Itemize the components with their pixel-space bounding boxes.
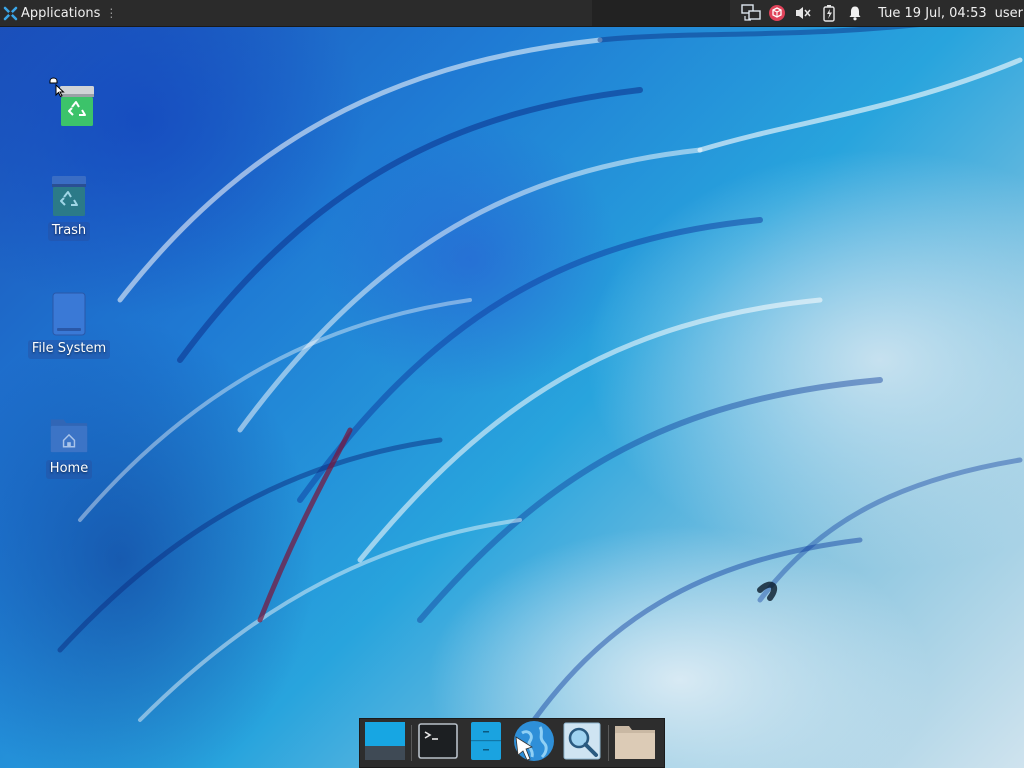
clock[interactable]: Tue 19 Jul, 04:53	[878, 6, 986, 21]
file-system-label: File System	[27, 340, 111, 359]
battery-charging-icon[interactable]	[818, 2, 840, 24]
search-icon	[562, 721, 602, 765]
mouse-cursor-icon	[46, 75, 66, 101]
desktop-icon-trash[interactable]: Trash	[24, 174, 114, 241]
desktop[interactable]: Applications ⋮ Tue 19 Jul, 04:53 user Tr…	[0, 0, 1024, 768]
file-manager-icon	[470, 721, 502, 765]
dock-web-browser[interactable]	[512, 721, 556, 765]
home-label: Home	[45, 460, 93, 479]
drive-icon	[49, 292, 89, 336]
folder-icon	[614, 722, 656, 764]
system-tray: Tue 19 Jul, 04:53 user	[738, 0, 1024, 26]
desktop-icon-file-system[interactable]: File System	[24, 292, 114, 359]
top-panel: Applications ⋮ Tue 19 Jul, 04:53 user	[0, 0, 1024, 27]
volume-muted-icon[interactable]	[792, 2, 814, 24]
dock	[359, 718, 665, 768]
dock-separator	[411, 725, 412, 761]
package-updates-icon[interactable]	[766, 2, 788, 24]
network-icon[interactable]	[740, 2, 762, 24]
dock-search[interactable]	[560, 721, 604, 765]
show-desktop-icon	[364, 721, 406, 765]
xfce-logo-icon	[3, 6, 18, 21]
desktop-icon-home[interactable]: Home	[24, 412, 114, 479]
dock-file-manager[interactable]	[464, 721, 508, 765]
home-folder-icon	[49, 412, 89, 456]
applications-menu-button[interactable]: Applications ⋮	[0, 0, 117, 26]
terminal-icon	[418, 723, 458, 763]
panel-separator-icon: ⋮	[105, 6, 118, 20]
dock-separator	[608, 725, 609, 761]
notification-bell-icon[interactable]	[844, 2, 866, 24]
wallpaper	[57, 17, 1023, 743]
applications-label: Applications	[21, 5, 101, 21]
dock-folder[interactable]	[613, 721, 657, 765]
user-menu[interactable]: user	[995, 6, 1023, 21]
panel-window-area	[592, 0, 730, 26]
trash-icon	[49, 174, 89, 218]
dock-terminal[interactable]	[416, 721, 460, 765]
web-browser-icon	[512, 719, 556, 767]
dock-show-desktop[interactable]	[363, 721, 407, 765]
trash-label: Trash	[47, 222, 91, 241]
